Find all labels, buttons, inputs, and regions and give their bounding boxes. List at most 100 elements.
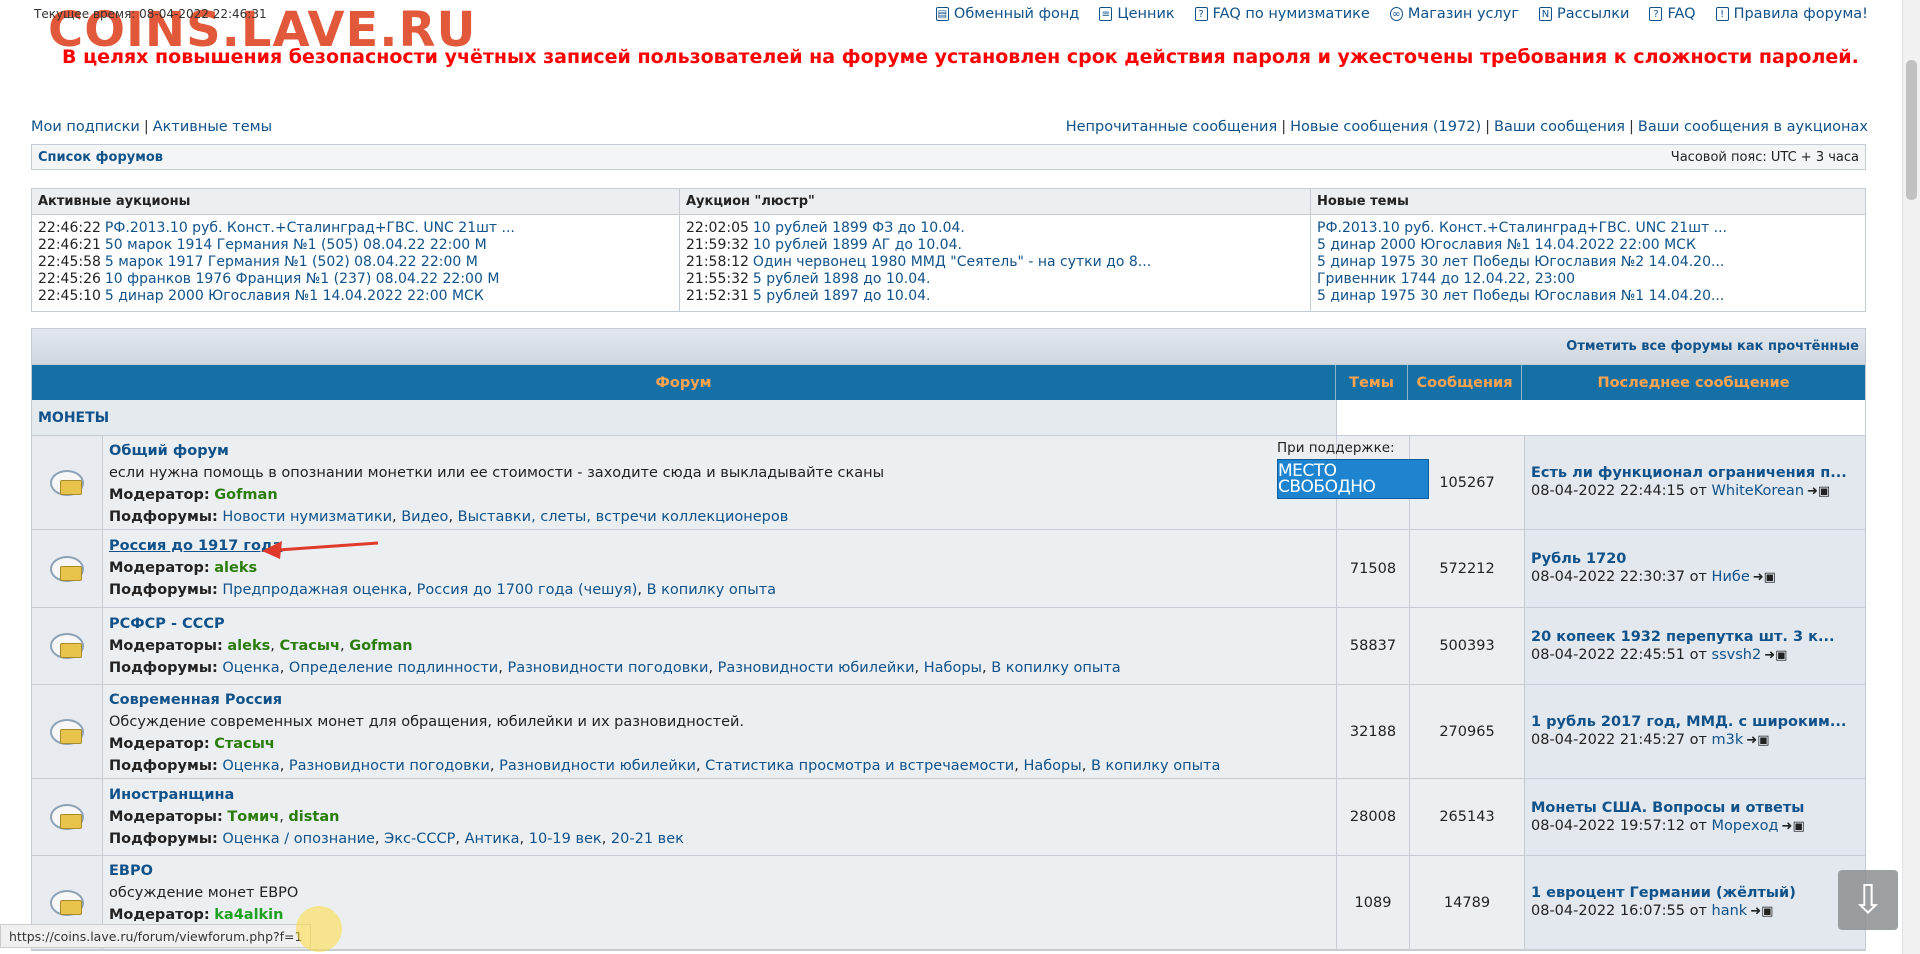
subforum-link[interactable]: В копилку опыта: [1091, 758, 1220, 774]
link-your-auction-posts[interactable]: Ваши сообщения в аукционах: [1638, 119, 1868, 135]
last-post: 1 евроцент Германии (жёлтый) 08-04-2022 …: [1525, 856, 1865, 949]
goto-post-icon[interactable]: ➜▣: [1782, 818, 1805, 836]
topic-link[interactable]: 5 динар 1975 30 лет Победы Югославия №2 …: [1317, 254, 1724, 270]
breadcrumb-forum-list[interactable]: Список форумов: [38, 150, 163, 165]
subforum-link[interactable]: Разновидности погодовки: [507, 660, 708, 676]
goto-post-icon[interactable]: ➜▣: [1746, 732, 1769, 750]
subforum-link[interactable]: Новости нумизматики: [222, 509, 392, 525]
link-my-subscriptions[interactable]: Мои подписки: [31, 119, 140, 135]
last-post-title[interactable]: 20 копеек 1932 перепутка шт. 3 к...: [1531, 628, 1859, 646]
last-post-author[interactable]: Мореход: [1712, 818, 1779, 834]
goto-post-icon[interactable]: ➜▣: [1753, 569, 1776, 587]
auction-link[interactable]: 5 марок 1917 Германия №1 (502) 08.04.22 …: [105, 254, 478, 270]
subforum-link[interactable]: Оценка: [222, 660, 279, 676]
auction-link[interactable]: 5 динар 2000 Югославия №1 14.04.2022 22:…: [105, 288, 484, 304]
link-active-topics[interactable]: Активные темы: [153, 119, 272, 135]
posts-count: 572212: [1410, 530, 1525, 607]
subforum-link[interactable]: Экс-СССР: [384, 831, 455, 847]
last-post-author[interactable]: Нибе: [1712, 569, 1750, 585]
nav-rules[interactable]: ! Правила форума!: [1715, 6, 1868, 22]
nav-mailings[interactable]: N Рассылки: [1539, 6, 1629, 22]
nav-faq[interactable]: ? FAQ: [1649, 6, 1696, 22]
auction-link[interactable]: 10 франков 1976 Франция №1 (237) 08.04.2…: [105, 271, 500, 287]
subforum-link[interactable]: Определение подлинности: [289, 660, 498, 676]
nav-services-shop[interactable]: ∞ Магазин услуг: [1389, 6, 1519, 22]
auction-link[interactable]: Один червонец 1980 ММД "Сеятель" - на су…: [753, 254, 1151, 270]
subforum-link[interactable]: Антика: [465, 831, 520, 847]
by-label: от: [1689, 569, 1707, 585]
subforum-link[interactable]: Предпродажная оценка: [222, 582, 407, 598]
goto-post-icon[interactable]: ➜▣: [1764, 647, 1787, 665]
topic-link[interactable]: 5 динар 2000 Югославия №1 14.04.2022 22:…: [1317, 237, 1696, 253]
subforum-link[interactable]: Оценка / опознание: [222, 831, 375, 847]
forum-title[interactable]: Современная Россия: [109, 692, 282, 708]
moderator-link[interactable]: Томич: [227, 809, 279, 825]
last-post-author[interactable]: hank: [1712, 903, 1748, 919]
last-post-author[interactable]: WhiteKorean: [1712, 483, 1804, 499]
subforums-label: Подфорумы:: [109, 509, 218, 525]
subforum-link[interactable]: Наборы: [924, 660, 982, 676]
link-your-posts[interactable]: Ваши сообщения: [1494, 119, 1625, 135]
vertical-scrollbar[interactable]: [1902, 0, 1920, 954]
topic-link[interactable]: 5 динар 1975 30 лет Победы Югославия №1 …: [1317, 288, 1724, 304]
subforum-link[interactable]: Статистика просмотра и встречаемости: [705, 758, 1014, 774]
goto-post-icon[interactable]: ➜▣: [1807, 483, 1830, 501]
nav-price-list[interactable]: ≡ Ценник: [1099, 6, 1175, 22]
nav-exchange-fund[interactable]: ▤ Обменный фонд: [935, 6, 1079, 22]
goto-post-icon[interactable]: ➜▣: [1750, 903, 1773, 921]
posts-count: 14789: [1410, 856, 1525, 949]
topics-count: 32188: [1337, 685, 1410, 778]
auction-link[interactable]: 5 рублей 1898 до 10.04.: [753, 271, 931, 287]
table-header: Форум Темы Сообщения Последнее сообщение: [32, 365, 1865, 400]
moderator-link[interactable]: Стасыч: [214, 736, 275, 752]
last-post-author[interactable]: ssvsh2: [1712, 647, 1762, 663]
moderator-link[interactable]: aleks: [214, 560, 257, 576]
category-coins[interactable]: МОНЕТЫ: [32, 400, 1336, 435]
last-post-title[interactable]: 1 евроцент Германии (жёлтый): [1531, 884, 1859, 902]
auction-link[interactable]: 5 рублей 1897 до 10.04.: [753, 288, 931, 304]
topic-link[interactable]: РФ.2013.10 руб. Конст.+Сталинград+ГВС. U…: [1317, 220, 1727, 236]
security-warning: В целях повышения безопасности учётных з…: [62, 46, 1859, 68]
mark-all-read-link[interactable]: Отметить все форумы как прочтённые: [1566, 339, 1859, 354]
subforum-link[interactable]: Наборы: [1023, 758, 1081, 774]
last-post-title[interactable]: Рубль 1720: [1531, 550, 1859, 568]
subforum-link[interactable]: Разновидности погодовки: [289, 758, 490, 774]
moderator-link[interactable]: ka4alkin: [214, 907, 283, 923]
subforum-link[interactable]: В копилку опыта: [647, 582, 776, 598]
moderator-link[interactable]: Стасыч: [279, 638, 340, 654]
subforum-link[interactable]: Россия до 1700 года (чешуя): [417, 582, 638, 598]
sponsor-banner[interactable]: МЕСТО СВОБОДНО: [1277, 459, 1429, 499]
forum-title[interactable]: Россия до 1917 года: [109, 538, 282, 554]
subforum-link[interactable]: 20-21 век: [611, 831, 684, 847]
forum-title[interactable]: Общий форум: [109, 443, 229, 459]
last-post-author[interactable]: m3k: [1712, 732, 1744, 748]
last-post-title[interactable]: Монеты США. Вопросы и ответы: [1531, 799, 1859, 817]
auction-link[interactable]: 10 рублей 1899 АГ до 10.04.: [753, 237, 962, 253]
subforum-link[interactable]: 10-19 век: [529, 831, 602, 847]
subforum-link[interactable]: Разновидности юбилейки: [499, 758, 696, 774]
subforum-link[interactable]: Видео: [401, 509, 448, 525]
auction-link[interactable]: 50 марок 1914 Германия №1 (505) 08.04.22…: [105, 237, 487, 253]
forum-title[interactable]: РСФСР - СССР: [109, 616, 225, 632]
forum-title[interactable]: Иностранщина: [109, 787, 234, 803]
auction-link[interactable]: РФ.2013.10 руб. Конст.+Сталинград+ГВС. U…: [105, 220, 515, 236]
subforum-link[interactable]: В копилку опыта: [991, 660, 1120, 676]
subforum-link[interactable]: Разновидности юбилейки: [718, 660, 915, 676]
subforum-link[interactable]: Выставки, слеты, встречи коллекционеров: [458, 509, 789, 525]
moderator-link[interactable]: aleks: [227, 638, 270, 654]
scrollbar-thumb[interactable]: [1906, 60, 1917, 200]
nav-faq-numismatics[interactable]: ? FAQ по нумизматике: [1194, 6, 1370, 22]
link-new-posts[interactable]: Новые сообщения (1972): [1290, 119, 1481, 135]
moderator-link[interactable]: Gofman: [349, 638, 412, 654]
scroll-down-icon[interactable]: ⇩: [1838, 870, 1898, 930]
topic-link[interactable]: Гривенник 1744 до 12.04.22, 23:00: [1317, 271, 1575, 287]
last-post-title[interactable]: Есть ли функционал ограничения п...: [1531, 464, 1859, 482]
moderator-link[interactable]: Gofman: [214, 487, 277, 503]
subforum-link[interactable]: Оценка: [222, 758, 279, 774]
auction-link[interactable]: 10 рублей 1899 ФЗ до 10.04.: [753, 220, 965, 236]
moderator-link[interactable]: distan: [288, 809, 339, 825]
forum-title[interactable]: ЕВРО: [109, 863, 153, 879]
link-unread[interactable]: Непрочитанные сообщения: [1066, 119, 1278, 135]
last-post-title[interactable]: 1 рубль 2017 год, ММД. с широким...: [1531, 713, 1859, 731]
list-item: 22:46:21 50 марок 1914 Германия №1 (505) …: [38, 237, 487, 253]
